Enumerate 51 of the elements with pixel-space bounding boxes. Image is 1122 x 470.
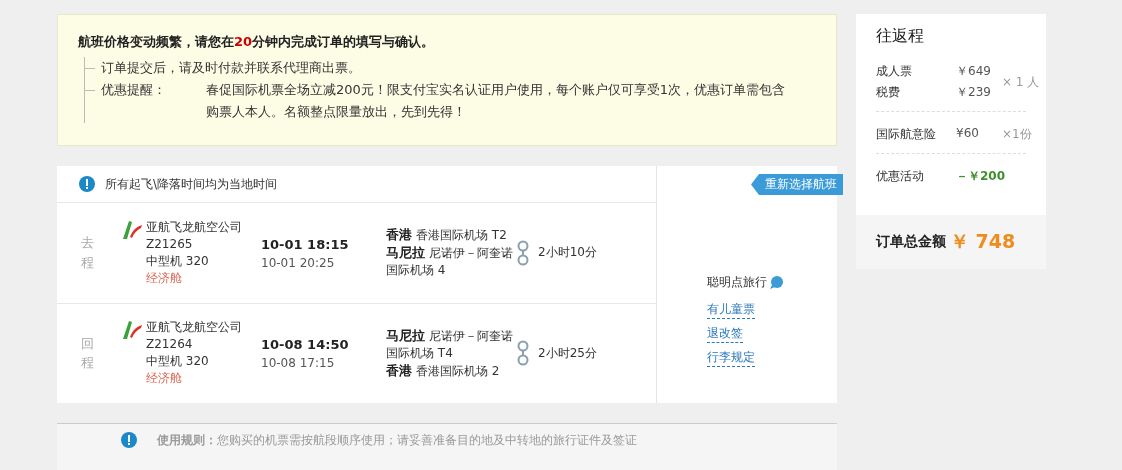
direction-label: 去程	[81, 234, 94, 272]
timezone-note: 所有起飞\降落时间均为当地时间	[105, 175, 278, 193]
price-title: 往返程	[876, 26, 925, 47]
flight-number: Z21265	[146, 235, 194, 253]
arrive-time: 10-08 17:15	[261, 355, 336, 372]
price-multiplier: × 1 人	[1002, 73, 1040, 91]
price-amount: ¥60	[956, 126, 980, 142]
total-label: 订单总金额	[876, 233, 946, 251]
depart-time: 10-08 14:50	[261, 336, 350, 355]
airline-name: 亚航飞龙航空公司	[146, 319, 242, 337]
rules-text: 使用规则：您购买的机票需按航段顺序使用；请妥善准备目的地及中转地的旅行证件及签证	[157, 432, 637, 450]
airline-logo-icon	[121, 319, 143, 342]
price-label: 税费	[876, 84, 901, 101]
route-connector-icon	[516, 239, 530, 266]
airline-name: 亚航飞龙航空公司	[146, 218, 242, 236]
speech-bubble-icon	[770, 276, 784, 290]
price-multiplier: ×1份	[1002, 126, 1032, 143]
notice-text: 春促国际机票全场立减200元！限支付宝实名认证用户使用，每个账户仅可享受1次，优惠订单需包含购票人本人。名额整点限量放出，先到先得！	[206, 81, 787, 121]
arrive-time: 10-01 20:25	[261, 254, 336, 271]
price-amount: ￥239	[956, 84, 992, 101]
info-icon	[121, 432, 137, 449]
notice-headline: 航班价格变动频繁，请您在20分钟内完成订单的填写与确认。	[78, 33, 436, 51]
notice-text: 订单提交后，请及时付款并联系代理商出票。	[101, 59, 362, 77]
route-stop: 香港 香港国际机场 T2	[386, 226, 508, 245]
info-link[interactable]: 行李规定	[707, 349, 755, 368]
price-label: 优惠活动	[876, 168, 925, 185]
tips-title: 聪明点旅行	[707, 274, 767, 292]
notice-label: 优惠提醒：	[101, 81, 167, 99]
flight-duration: 2小时10分	[538, 244, 597, 262]
reselect-flight-button[interactable]: 重新选择航班	[751, 174, 843, 196]
flight-duration: 2小时25分	[538, 344, 597, 362]
price-amount: －￥200	[956, 168, 1006, 185]
total-amount: ￥ 748	[950, 229, 1016, 254]
route-stop: 马尼拉 尼诺伊－阿奎诺国际机场 T4	[386, 326, 514, 362]
depart-time: 10-01 18:15	[261, 235, 350, 254]
direction-label: 回程	[81, 334, 94, 373]
cabin-class: 经济舱	[146, 370, 183, 388]
cabin-class: 经济舱	[146, 269, 183, 287]
price-label: 成人票	[876, 63, 913, 80]
route-stop: 香港 香港国际机场 2	[386, 361, 501, 380]
price-label: 国际航意险	[876, 126, 937, 143]
info-link[interactable]: 有儿童票	[707, 301, 755, 320]
info-link[interactable]: 退改签	[707, 325, 743, 344]
airline-logo-icon	[121, 218, 143, 241]
route-connector-icon	[516, 340, 530, 367]
aircraft-type: 中型机 320	[146, 353, 210, 371]
aircraft-type: 中型机 320	[146, 252, 210, 270]
route-stop: 马尼拉 尼诺伊－阿奎诺国际机场 4	[386, 244, 514, 280]
price-amount: ￥649	[956, 63, 992, 80]
flight-number: Z21264	[146, 336, 194, 354]
info-icon	[79, 176, 95, 193]
